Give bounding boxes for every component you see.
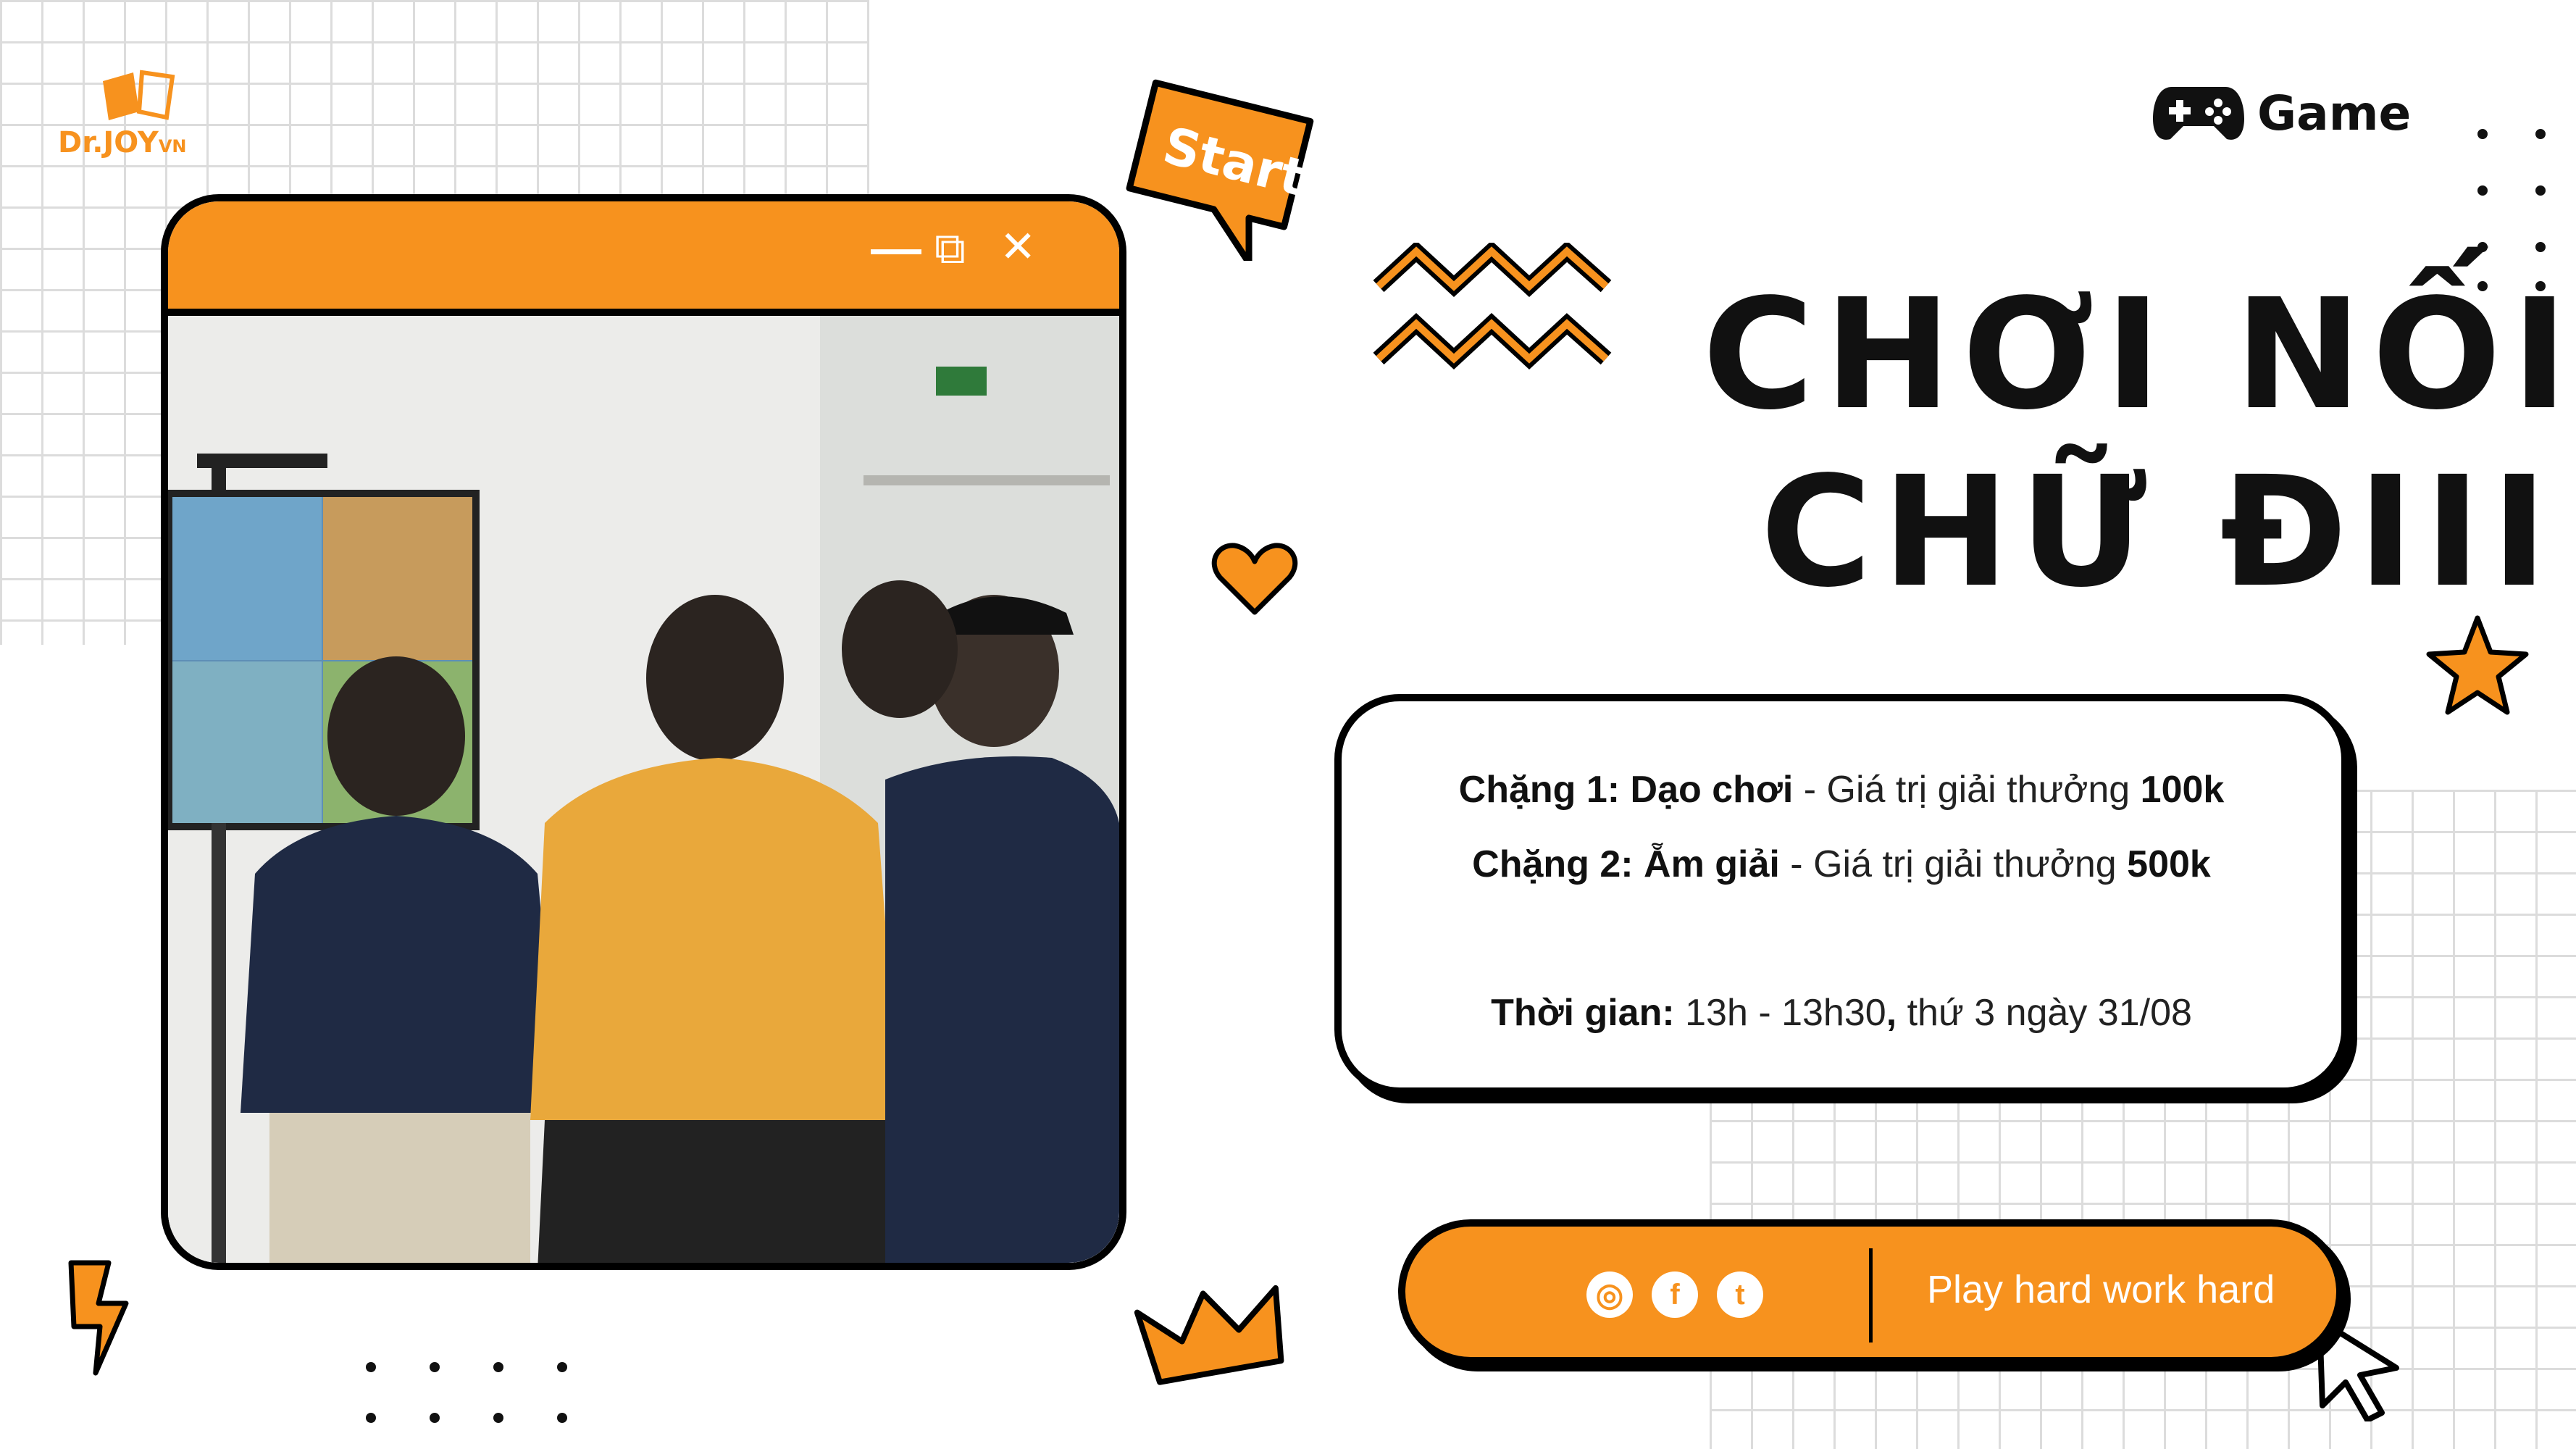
game-badge: Game	[2151, 81, 2411, 145]
brand-logo: Dr.JOYVN	[58, 67, 187, 159]
window-titlebar: — ⧉ ✕	[168, 201, 1119, 316]
photo-window: — ⧉ ✕	[161, 194, 1126, 1270]
twitter-icon[interactable]: t	[1717, 1271, 1763, 1318]
headline-line-1: CHƠI NỐI	[1702, 266, 2576, 443]
stage-2-line: Chặng 2: Ẵm giải - Giá trị giải thưởng 5…	[1472, 843, 2211, 885]
time-line: Thời gian: 13h - 13h30, thứ 3 ngày 31/08	[1491, 992, 2192, 1034]
stage-1-prize: 100k	[2140, 769, 2225, 811]
zigzag-decoration	[1373, 243, 1612, 369]
book-icon	[103, 70, 175, 120]
minimize-icon[interactable]: —	[871, 219, 921, 277]
stage-1-label: Chặng 1: Dạo chơi	[1458, 769, 1794, 811]
headline-line-2: CHỮ ĐIII	[1760, 443, 2558, 621]
lightning-icon	[68, 1260, 129, 1376]
gamepad-icon	[2153, 87, 2244, 140]
restore-icon[interactable]: ⧉	[934, 223, 966, 274]
logo-text: Dr.JOYVN	[58, 126, 187, 159]
info-box: Chặng 1: Dạo chơi - Giá trị giải thưởng …	[1334, 694, 2349, 1095]
stage-2-label: Chặng 2: Ẵm giải	[1472, 843, 1780, 885]
footer-divider	[1869, 1248, 1873, 1342]
game-label: Game	[2257, 85, 2412, 141]
time-label: Thời gian:	[1491, 992, 1675, 1034]
star-icon	[2426, 615, 2529, 715]
dot-grid-bottom-left	[366, 1362, 583, 1427]
footer-bar: ◎ f t Play hard work hard	[1398, 1219, 2343, 1364]
instagram-icon[interactable]: ◎	[1586, 1271, 1633, 1318]
crown-icon	[1134, 1285, 1284, 1385]
stage-2-prize: 500k	[2127, 843, 2211, 885]
event-photo	[168, 316, 1119, 1263]
close-icon[interactable]: ✕	[1000, 222, 1036, 272]
heart-icon	[1211, 543, 1298, 615]
slogan: Play hard work hard	[1927, 1268, 2275, 1311]
start-badge: Start	[1119, 72, 1329, 261]
facebook-icon[interactable]: f	[1652, 1271, 1698, 1318]
stage-1-line: Chặng 1: Dạo chơi - Giá trị giải thưởng …	[1458, 769, 2225, 811]
